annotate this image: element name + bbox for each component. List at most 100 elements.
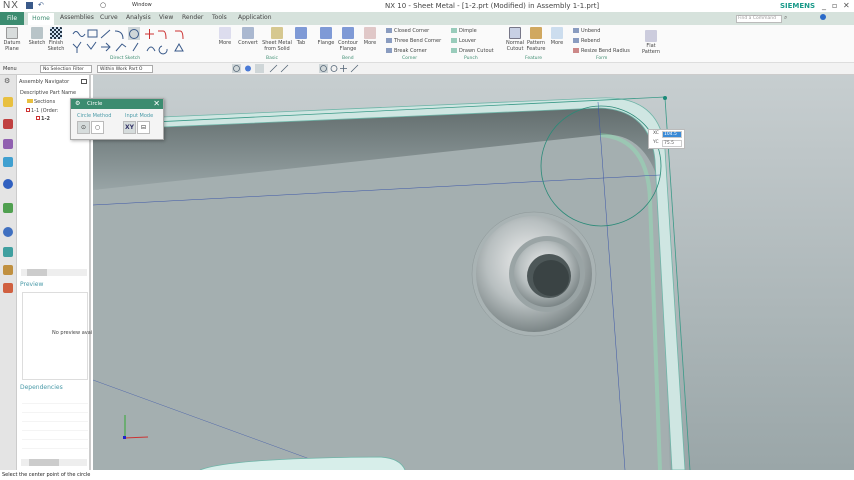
snap-point-tools[interactable] xyxy=(160,64,490,74)
horizontal-scrollbar[interactable] xyxy=(21,459,87,466)
nx-logo: NX xyxy=(3,0,19,11)
label: Flange xyxy=(317,40,335,46)
yc-row: YC 75.5 xyxy=(649,139,684,148)
model-view[interactable] xyxy=(92,75,854,471)
tree-item-assembly[interactable]: 1-1 (Order: xyxy=(26,108,59,114)
constraint-navigator-icon[interactable] xyxy=(3,119,13,129)
more-sketch-button[interactable]: More xyxy=(216,27,234,46)
resize-bend-radius-button[interactable]: Resize Bend Radius xyxy=(573,48,630,54)
clock-icon[interactable] xyxy=(3,227,13,237)
pattern-feature-button[interactable]: Pattern Feature xyxy=(526,27,546,52)
help-icon[interactable] xyxy=(820,14,826,20)
break-corner-button[interactable]: Break Corner xyxy=(386,48,427,54)
more-feature-button[interactable]: More xyxy=(549,27,565,46)
tab-file[interactable]: File xyxy=(0,12,24,25)
selection-filter-dropdown[interactable]: No Selection Filter xyxy=(40,65,92,73)
history-icon[interactable] xyxy=(3,203,13,213)
unbend-icon xyxy=(573,28,579,33)
search-icon[interactable]: ⌕ xyxy=(784,14,787,22)
closed-corner-button[interactable]: Closed Corner xyxy=(386,28,429,34)
xc-input[interactable]: 104.5 xyxy=(662,131,682,138)
rebend-button[interactable]: Rebend xyxy=(573,38,600,44)
tab-render[interactable]: Render xyxy=(182,14,203,21)
settings-icon[interactable]: ⚙ xyxy=(75,100,80,107)
horizontal-scrollbar[interactable] xyxy=(21,269,87,276)
group-form: Form xyxy=(596,56,608,61)
preview-section-header[interactable]: Preview xyxy=(20,281,43,288)
dialog-title-bar[interactable]: ⚙ Circle ✕ xyxy=(71,99,163,109)
save-icon[interactable] xyxy=(26,2,33,9)
finish-flag-icon xyxy=(50,27,62,39)
label: Sections xyxy=(34,99,56,105)
tab-curve[interactable]: Curve xyxy=(100,14,118,21)
selection-scope-dropdown[interactable]: Within Work Part O xyxy=(97,65,153,73)
checkbox-icon[interactable] xyxy=(36,116,40,120)
dependencies-section-header[interactable]: Dependencies xyxy=(20,384,63,391)
system-materials-icon[interactable] xyxy=(3,247,13,257)
contour-flange-button[interactable]: Contour Flange xyxy=(337,27,359,52)
dependencies-list xyxy=(22,395,88,457)
tab-assemblies[interactable]: Assemblies xyxy=(60,14,94,21)
flat-pattern-icon xyxy=(645,30,657,42)
louver-button[interactable]: Louver xyxy=(451,38,476,44)
close-icon[interactable]: ✕ xyxy=(153,99,160,108)
three-point-method-button[interactable]: ○ xyxy=(91,121,104,134)
center-point-method-button[interactable]: ⊙ xyxy=(77,121,90,134)
command-search-input[interactable]: Find a Command xyxy=(736,15,782,23)
preview-box: No preview avai xyxy=(22,292,92,380)
unbend-button[interactable]: Unbend xyxy=(573,28,600,34)
yc-input[interactable]: 75.5 xyxy=(662,140,682,147)
settings-icon[interactable]: ⚙ xyxy=(4,77,10,85)
three-bend-corner-button[interactable]: Three Bend Corner xyxy=(386,38,441,44)
tab-view[interactable]: View xyxy=(159,14,173,21)
minimize-icon[interactable]: _ xyxy=(822,1,826,10)
window-menu[interactable]: Window xyxy=(132,2,152,8)
datum-plane-button[interactable]: Datum Plane xyxy=(2,27,22,52)
tab-analysis[interactable]: Analysis xyxy=(126,14,151,21)
menu-button[interactable]: Menu xyxy=(3,66,17,72)
part-navigator-icon[interactable] xyxy=(3,139,13,149)
circle-tool-icon[interactable]: ○ xyxy=(100,1,106,9)
graphics-window[interactable] xyxy=(92,75,854,471)
normal-cutout-button[interactable]: Normal Cutout xyxy=(505,27,525,52)
web-browser-icon[interactable] xyxy=(3,179,13,189)
dimple-button[interactable]: Dimple xyxy=(451,28,477,34)
tree-item-part[interactable]: 1-2 xyxy=(36,116,50,122)
xy-mode-button[interactable]: XY xyxy=(123,121,136,134)
circle-method-label: Circle Method xyxy=(77,113,112,119)
normal-cutout-icon xyxy=(509,27,521,39)
assembly-navigator-icon[interactable] xyxy=(3,97,13,107)
label: Datum Plane xyxy=(3,40,21,52)
sketch-curve-tools[interactable] xyxy=(70,27,195,55)
top-border-bar: Menu No Selection Filter Within Work Par… xyxy=(0,63,854,75)
tab-application[interactable]: Application xyxy=(238,14,272,21)
tab-home[interactable]: Home xyxy=(28,13,54,25)
drawn-cutout-button[interactable]: Drawn Cutout xyxy=(451,48,494,54)
finish-sketch-button[interactable]: Finish Sketch xyxy=(46,27,66,52)
more-bend-button[interactable]: More xyxy=(362,27,378,46)
roles-icon[interactable] xyxy=(3,265,13,275)
yc-label: YC xyxy=(653,140,659,145)
flange-button[interactable]: Flange xyxy=(317,27,335,46)
tree-item-sections[interactable]: Sections xyxy=(27,99,55,105)
embossed-boss[interactable] xyxy=(471,211,597,337)
maximize-icon[interactable] xyxy=(81,79,87,84)
louver-icon xyxy=(451,38,457,43)
undo-icon[interactable]: ↶ xyxy=(38,1,44,9)
tab-tools[interactable]: Tools xyxy=(212,14,227,21)
reuse-library-icon[interactable] xyxy=(3,157,13,167)
ribbon-tabs: File Home Assemblies Curve Analysis View… xyxy=(0,12,854,25)
process-studio-icon[interactable] xyxy=(3,283,13,293)
restore-icon[interactable]: ▫ xyxy=(832,1,837,10)
sketch-button[interactable]: Sketch xyxy=(28,27,46,46)
column-header[interactable]: Descriptive Part Name xyxy=(20,90,76,96)
label: Louver xyxy=(459,38,477,44)
flat-pattern-button[interactable]: Flat Pattern xyxy=(639,30,663,55)
parameter-mode-button[interactable]: ⊟ xyxy=(137,121,150,134)
close-icon[interactable]: ✕ xyxy=(843,1,850,10)
convert-button[interactable]: Convert xyxy=(237,27,259,46)
checkbox-icon[interactable] xyxy=(26,108,30,112)
group-direct-sketch: Direct Sketch xyxy=(110,56,141,61)
sheet-metal-from-solid-button[interactable]: Sheet Metal from Solid xyxy=(261,27,293,52)
tab-feature-button[interactable]: Tab xyxy=(294,27,308,46)
